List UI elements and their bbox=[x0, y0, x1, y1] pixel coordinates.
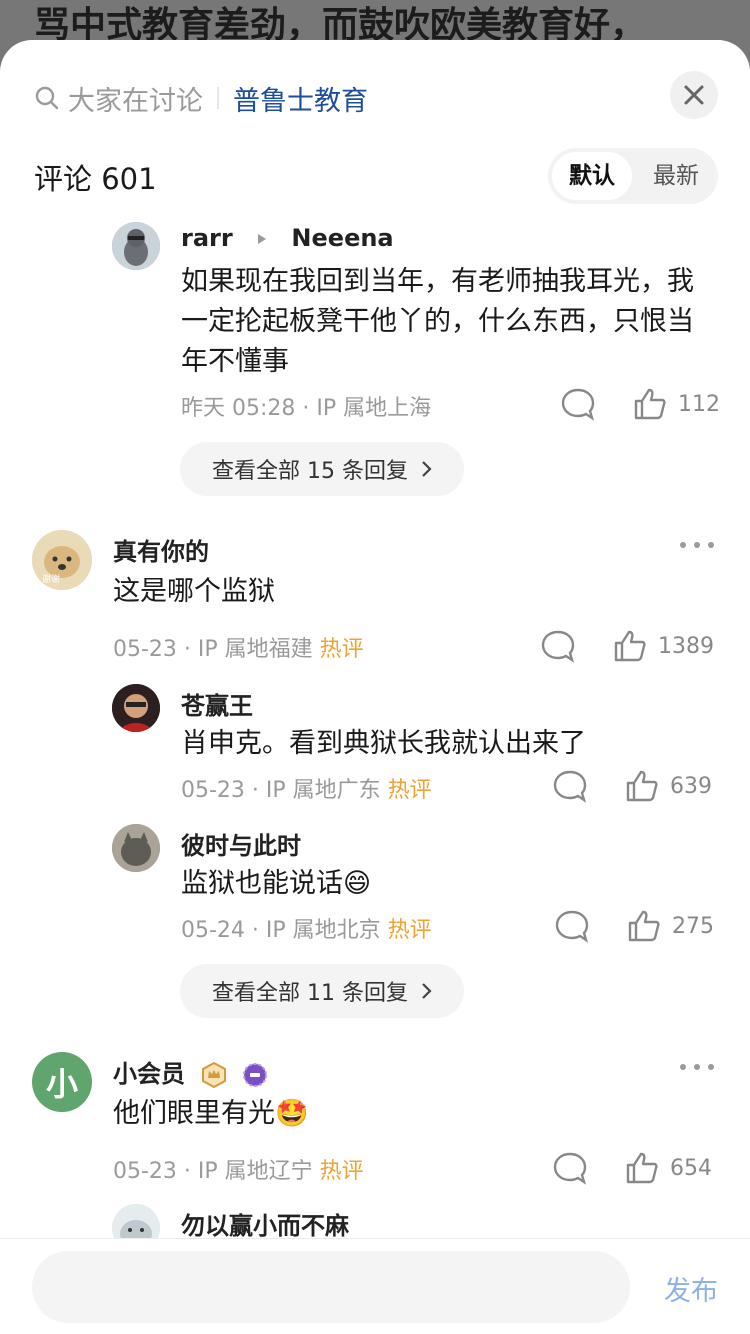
member-badge-icon bbox=[242, 1063, 267, 1087]
reply-author[interactable]: 苍赢王 bbox=[181, 686, 253, 721]
like-button[interactable]: 654 bbox=[624, 1148, 712, 1188]
reply-author[interactable]: rarr Neeena bbox=[181, 224, 394, 252]
like-count: 639 bbox=[670, 773, 712, 799]
like-button[interactable]: 639 bbox=[624, 766, 712, 806]
avatar-initial: 小 bbox=[45, 1065, 78, 1103]
publish-button[interactable]: 发布 bbox=[664, 1269, 718, 1308]
like-button[interactable]: 1389 bbox=[612, 626, 714, 666]
sort-default-tab[interactable]: 默认 bbox=[552, 152, 632, 200]
avatar[interactable]: 小 bbox=[32, 1052, 92, 1112]
like-count: 275 bbox=[672, 913, 714, 939]
comment-text: 这是哪个监狱 bbox=[113, 576, 275, 607]
cat-avatar-icon bbox=[112, 824, 160, 872]
thumbs-up-icon bbox=[628, 910, 660, 942]
like-count: 1389 bbox=[658, 633, 714, 659]
comment-button[interactable] bbox=[552, 766, 588, 806]
raccoon-avatar-icon bbox=[112, 222, 160, 270]
avatar[interactable] bbox=[112, 222, 160, 270]
reply-meta: 05-24 · IP 属地北京 热评 bbox=[181, 918, 432, 943]
search-divider bbox=[217, 87, 219, 109]
reply-meta: 05-23 · IP 属地广东 热评 bbox=[181, 778, 432, 803]
like-button[interactable]: 112 bbox=[632, 384, 720, 424]
hot-comment-badge: 热评 bbox=[387, 778, 432, 803]
dog-avatar-icon bbox=[32, 530, 92, 590]
hot-comment-badge: 热评 bbox=[387, 918, 432, 943]
reply-time: 05-23 bbox=[181, 778, 245, 803]
comment-location: IP 属地福建 bbox=[197, 637, 313, 662]
person-avatar-icon bbox=[112, 684, 160, 732]
avatar[interactable]: 谢谢 bbox=[32, 530, 92, 590]
comment-time: 05-23 bbox=[113, 637, 177, 662]
reply-text: 监狱也能说话😄 bbox=[181, 868, 372, 899]
view-all-replies-label: 查看全部 11 条回复 bbox=[212, 981, 408, 1006]
thumbs-up-icon bbox=[614, 630, 646, 662]
reply-author[interactable]: 彼时与此时 bbox=[181, 826, 301, 861]
close-icon bbox=[684, 85, 704, 105]
more-options-icon[interactable] bbox=[680, 540, 714, 550]
avatar[interactable] bbox=[112, 684, 160, 732]
hot-comment-badge: 热评 bbox=[319, 1159, 364, 1184]
comment-button[interactable] bbox=[554, 906, 590, 946]
thumbs-up-icon bbox=[626, 770, 658, 802]
reply-author[interactable]: 勿以赢小而不麻 bbox=[181, 1206, 349, 1241]
hot-comment-badge: 热评 bbox=[319, 637, 364, 662]
avatar[interactable] bbox=[112, 824, 160, 872]
thumbs-up-icon bbox=[634, 388, 666, 420]
comments-count: 评论 601 bbox=[34, 156, 157, 198]
comment-button[interactable] bbox=[552, 1148, 588, 1188]
comment-input[interactable] bbox=[32, 1251, 630, 1323]
comment-bubble-icon bbox=[555, 910, 589, 943]
reply-text: 如果现在我回到当年，有老师抽我耳光，我一定抡起板凳干他丫的，什么东西，只恨当年不… bbox=[181, 266, 694, 377]
comment-button[interactable] bbox=[560, 384, 596, 424]
comments-sheet: 大家在讨论 普鲁士教育 评论 601 默认 最新 rarr Neeena 如果现… bbox=[0, 40, 750, 1334]
reply-arrow-icon bbox=[258, 234, 267, 244]
comment-bubble-icon bbox=[541, 630, 575, 663]
reply-time: 05-24 bbox=[181, 918, 245, 943]
comment-text: 他们眼里有光🤩 bbox=[113, 1098, 309, 1129]
like-count: 654 bbox=[670, 1155, 712, 1181]
comment-meta: 05-23 · IP 属地辽宁 热评 bbox=[113, 1159, 364, 1184]
comment-time: 05-23 bbox=[113, 1159, 177, 1184]
more-options-icon[interactable] bbox=[680, 1062, 714, 1072]
search-icon bbox=[35, 86, 59, 110]
comment-author-name[interactable]: 小会员 bbox=[113, 1060, 185, 1088]
close-button[interactable] bbox=[670, 71, 718, 119]
comment-button[interactable] bbox=[540, 626, 576, 666]
search-bar[interactable]: 大家在讨论 普鲁士教育 bbox=[34, 78, 368, 118]
view-all-replies-label: 查看全部 15 条回复 bbox=[212, 459, 408, 484]
comments-number: 601 bbox=[101, 162, 157, 196]
reply-author-name[interactable]: rarr bbox=[181, 224, 233, 252]
view-all-replies-button[interactable]: 查看全部 11 条回复 bbox=[180, 964, 464, 1018]
chevron-right-icon bbox=[422, 461, 432, 477]
avatar-caption: 谢谢 bbox=[42, 575, 61, 585]
reply-time: 昨天 05:28 bbox=[181, 396, 296, 421]
sort-toggle: 默认 最新 bbox=[548, 148, 718, 204]
search-placeholder: 大家在讨论 bbox=[68, 85, 203, 117]
comments-label: 评论 bbox=[34, 162, 93, 196]
search-topic-link[interactable]: 普鲁士教育 bbox=[233, 79, 368, 118]
comment-bubble-icon bbox=[561, 388, 595, 421]
reply-target-name[interactable]: Neeena bbox=[291, 224, 393, 252]
comment-bubble-icon bbox=[553, 770, 587, 803]
reply-location: IP 属地上海 bbox=[316, 396, 432, 421]
comment-author[interactable]: 小会员 bbox=[113, 1054, 268, 1089]
comment-author[interactable]: 真有你的 bbox=[113, 532, 209, 567]
reply-text: 肖申克。看到典狱长我就认出来了 bbox=[181, 728, 586, 759]
thumbs-up-icon bbox=[626, 1152, 658, 1184]
view-all-replies-button[interactable]: 查看全部 15 条回复 bbox=[180, 442, 464, 496]
sort-latest-tab[interactable]: 最新 bbox=[636, 152, 716, 200]
comment-location: IP 属地辽宁 bbox=[197, 1159, 313, 1184]
reply-location: IP 属地广东 bbox=[265, 778, 381, 803]
like-button[interactable]: 275 bbox=[626, 906, 714, 946]
chevron-right-icon bbox=[422, 983, 432, 999]
crown-badge-icon bbox=[202, 1061, 227, 1089]
comment-input-bar: 发布 bbox=[0, 1238, 750, 1334]
reply-location: IP 属地北京 bbox=[265, 918, 381, 943]
comment-meta: 05-23 · IP 属地福建 热评 bbox=[113, 637, 364, 662]
reply-meta: 昨天 05:28 · IP 属地上海 bbox=[181, 396, 432, 421]
like-count: 112 bbox=[678, 391, 720, 417]
comment-bubble-icon bbox=[553, 1152, 587, 1185]
